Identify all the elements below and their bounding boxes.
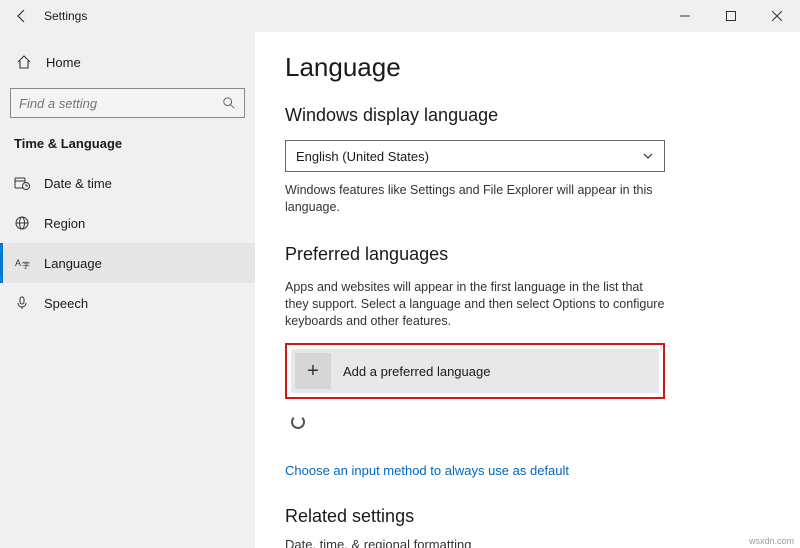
input-method-link[interactable]: Choose an input method to always use as … — [285, 463, 770, 478]
sidebar: Home Time & Language Date & time Region … — [0, 32, 255, 548]
plus-icon: + — [295, 353, 331, 389]
display-language-heading: Windows display language — [285, 105, 770, 126]
search-icon — [222, 96, 236, 110]
sidebar-item-language[interactable]: A字 Language — [0, 243, 255, 283]
page-title: Language — [285, 52, 770, 83]
category-title: Time & Language — [0, 130, 255, 163]
related-link-date-time[interactable]: Date, time, & regional formatting — [285, 537, 471, 548]
minimize-icon — [680, 11, 690, 21]
home-label: Home — [46, 55, 81, 70]
preferred-languages-heading: Preferred languages — [285, 244, 770, 265]
preferred-languages-desc: Apps and websites will appear in the fir… — [285, 279, 665, 330]
arrow-left-icon — [14, 8, 30, 24]
content-area: Language Windows display language Englis… — [255, 32, 800, 548]
svg-text:字: 字 — [22, 260, 30, 270]
globe-icon — [14, 215, 30, 231]
minimize-button[interactable] — [662, 0, 708, 32]
microphone-icon — [14, 295, 30, 311]
related-settings-heading: Related settings — [285, 506, 770, 527]
loading-spinner — [291, 415, 305, 429]
search-input[interactable] — [10, 88, 245, 118]
search-field[interactable] — [19, 96, 222, 111]
sidebar-item-region[interactable]: Region — [0, 203, 255, 243]
close-icon — [772, 11, 782, 21]
sidebar-item-label: Speech — [44, 296, 88, 311]
dropdown-value: English (United States) — [296, 149, 429, 164]
close-button[interactable] — [754, 0, 800, 32]
window-title: Settings — [44, 9, 87, 23]
sidebar-item-date-time[interactable]: Date & time — [0, 163, 255, 203]
home-button[interactable]: Home — [0, 44, 255, 80]
sidebar-item-label: Language — [44, 256, 102, 271]
back-button[interactable] — [8, 2, 36, 30]
maximize-button[interactable] — [708, 0, 754, 32]
watermark: wsxdn.com — [749, 536, 794, 546]
display-language-dropdown[interactable]: English (United States) — [285, 140, 665, 172]
add-language-highlight: + Add a preferred language — [285, 343, 665, 399]
calendar-clock-icon — [14, 175, 30, 191]
sidebar-item-speech[interactable]: Speech — [0, 283, 255, 323]
sidebar-item-label: Region — [44, 216, 85, 231]
home-icon — [16, 54, 32, 70]
add-language-label: Add a preferred language — [343, 364, 490, 379]
sidebar-item-label: Date & time — [44, 176, 112, 191]
language-icon: A字 — [14, 255, 30, 271]
maximize-icon — [726, 11, 736, 21]
add-language-button[interactable]: + Add a preferred language — [291, 349, 659, 393]
display-language-desc: Windows features like Settings and File … — [285, 182, 665, 216]
svg-text:A: A — [15, 258, 21, 268]
chevron-down-icon — [642, 150, 654, 162]
